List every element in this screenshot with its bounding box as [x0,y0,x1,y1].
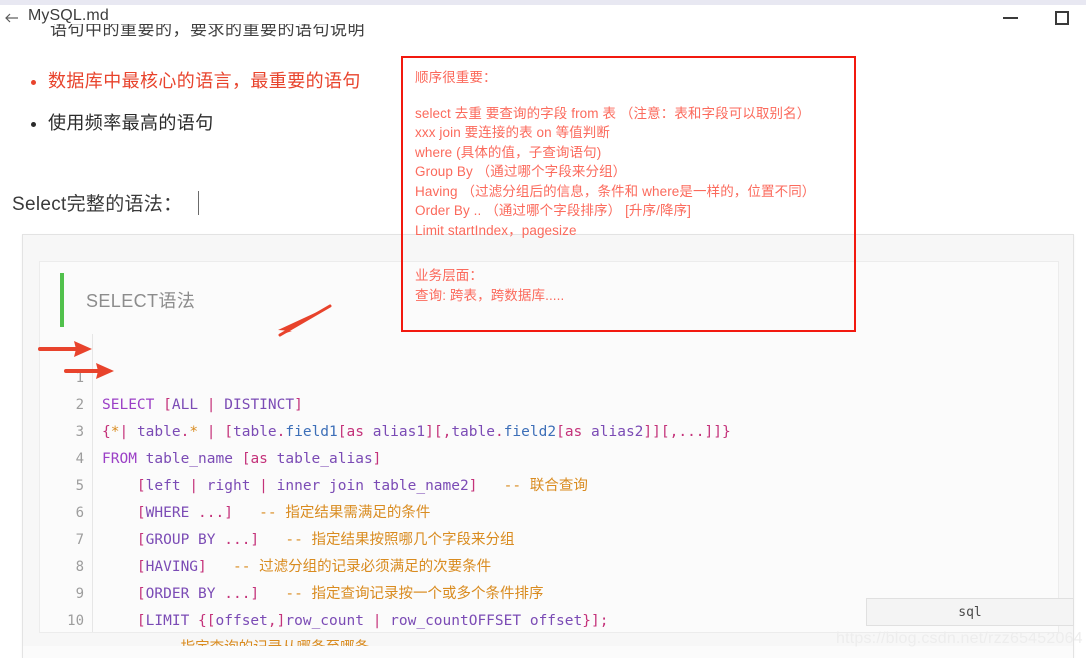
annotation-line: 业务层面： [415,268,483,283]
annotation-line: xxx join 要连接的表 on 等值判断 [415,125,610,140]
select-syntax-heading: Select完整的语法： [12,189,200,216]
document-title: MySQL.md [28,7,109,24]
code-line: 2 {*| table.* | [table.field1[as alias1]… [40,365,1058,440]
app-root: MySQL.md 语句中的重要的，要求的重要的语句说明 数据库中最核心的语言，最… [0,0,1086,658]
select-syntax-heading-text: Select完整的语法： [12,194,183,215]
annotation-line: Having （过滤分组后的信息，条件和 where是一样的，位置不同） [415,183,816,199]
bullet-list: 数据库中最核心的语言，最重要的语句 使用频率最高的语句 [20,60,361,144]
red-arrow-icon [270,304,332,343]
line-content: [LIMIT {[offset,]row_count | row_countOF… [136,613,609,629]
list-item: 数据库中最核心的语言，最重要的语句 [48,60,361,102]
minimize-icon [1002,17,1018,19]
code-line: 7 [HAVING] -- 过滤分组的记录必须满足的次要条件 [40,500,1058,575]
text-cursor [198,191,200,215]
annotation-line: select 去重 要查询的字段 from 表 （注意：表和字段可以取别名） [415,105,811,121]
red-annotation-box: 顺序很重要： select 去重 要查询的字段 from 表 （注意：表和字段可… [401,56,856,332]
watermark-text: https://blog.csdn.net/rzz65452064 [836,630,1083,647]
annotation-line: Limit startIndex，pagesize [415,222,577,238]
code-line: 9 [LIMIT {[offset,]row_count | row_count… [40,554,1058,629]
code-line: 1 SELECT [ALL | DISTINCT] [40,338,1058,413]
back-arrow-icon[interactable] [4,10,22,26]
annotation-line: Order By .. （通过哪个字段排序） [升序/降序] [415,203,692,218]
maximize-button[interactable] [1042,6,1082,30]
minimize-button[interactable] [990,6,1030,30]
code-language-chip[interactable]: sql [866,598,1074,626]
annotation-line: Group By （通过哪个字段来分组） [415,164,627,179]
maximize-icon [1055,11,1069,25]
code-line: 5 [WHERE ...] -- 指定结果需满足的条件 [40,446,1058,521]
code-line: 3 FROM table_name [as table_alias] [40,392,1058,467]
code-lines[interactable]: 1 SELECT [ALL | DISTINCT] 2 {*| table.* … [40,338,1058,656]
annotation-line: where (具体的值，子查询语句) [415,144,602,160]
line-number: 10 [67,613,84,629]
code-block-title: SELECT语法 [86,291,196,311]
code-accent-bar [60,273,64,327]
code-line: 6 [GROUP BY ...] -- 指定结果按照哪几个字段来分组 [40,473,1058,548]
code-line: 4 [left | right | inner join table_name2… [40,419,1058,494]
clipped-scrolled-text: 语句中的重要的，要求的重要的语句说明 [50,24,365,39]
annotation-line: 查询: 跨表，跨数据库..... [415,287,565,303]
annotation-spacer [415,240,854,266]
code-line: 8 [ORDER BY ...] -- 指定查询记录按一个或多个条件排序 [40,527,1058,602]
titlebar-accent-strip [0,0,1086,5]
annotation-spacer [415,88,854,104]
list-item: 使用频率最高的语句 [48,102,361,144]
red-arrow-icon [64,358,116,385]
annotation-line: 顺序很重要： [415,70,497,85]
